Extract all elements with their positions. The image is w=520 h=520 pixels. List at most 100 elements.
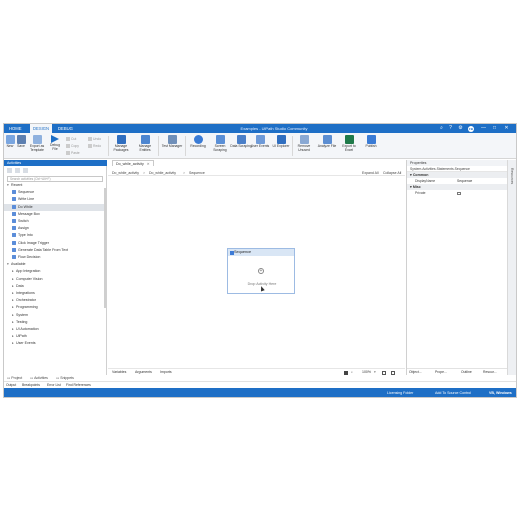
tree-item[interactable]: ▸ Programming — [4, 304, 104, 311]
private-checkbox[interactable] — [457, 191, 461, 195]
collapse-all-link[interactable]: Collapse All — [383, 170, 401, 176]
cut-button[interactable]: Cut — [66, 136, 76, 142]
tree-item[interactable]: Message Box — [4, 211, 104, 218]
section-label: Common — [412, 173, 429, 177]
tree-item[interactable]: Sequence — [4, 189, 104, 196]
activity-icon — [12, 219, 16, 224]
search-icon[interactable]: ⌕ — [438, 125, 445, 132]
property-key: DisplayName — [415, 179, 436, 183]
document-tab[interactable]: Do_while_activity ✕ — [112, 160, 154, 166]
manage-packages-button[interactable]: Manage Packages — [110, 135, 132, 157]
tree-item[interactable]: ▸ Computer Vision — [4, 276, 104, 283]
property-row-displayname[interactable]: DisplayName Sequence — [407, 178, 507, 184]
licensing-status[interactable]: Licensing Folder — [387, 388, 413, 397]
packages-icon — [116, 135, 126, 144]
expand-all-link[interactable]: Expand All — [362, 170, 379, 176]
test-manager-button[interactable]: Test Manager — [161, 135, 183, 157]
tree-item[interactable]: ▸ Orchestrator — [4, 297, 104, 304]
tree-item[interactable]: ▸ Testing — [4, 319, 104, 326]
add-activity-icon[interactable]: + — [258, 268, 264, 274]
cut-label: Cut — [71, 137, 77, 141]
analyze-file-button[interactable]: Analyze File — [316, 135, 338, 157]
settings-icon[interactable]: ⚙ — [457, 125, 464, 132]
tree-item[interactable]: ▸ User Events — [4, 340, 104, 347]
tab-debug[interactable]: DEBUG — [55, 124, 76, 133]
overview-icon[interactable] — [391, 370, 395, 375]
tab-home[interactable]: HOME — [6, 124, 25, 133]
save-button[interactable]: Save — [15, 135, 27, 157]
tab-design[interactable]: DESIGN — [30, 124, 53, 133]
user-events-button[interactable]: User Events — [249, 135, 271, 157]
redo-icon — [88, 144, 92, 149]
tree-item[interactable]: ▸ UiPath — [4, 333, 104, 340]
fit-to-screen-icon[interactable] — [382, 370, 386, 375]
play-icon — [51, 135, 59, 143]
ribbon-separator — [185, 136, 186, 156]
pan-icon[interactable] — [344, 370, 348, 375]
tree-item[interactable]: Click Image Trigger — [4, 240, 104, 247]
tree-item[interactable]: ▸ System — [4, 312, 104, 319]
tree-item[interactable]: Do While — [4, 203, 104, 211]
publish-button[interactable]: Publish — [360, 135, 382, 157]
tree-item[interactable]: ▸ UI Automation — [4, 326, 104, 333]
tab-project-label: Project — [11, 376, 23, 380]
designer-canvas[interactable]: Sequence + Drop Activity Here — [108, 177, 405, 367]
activities-scrollbar[interactable] — [104, 188, 106, 308]
manage-entities-button[interactable]: Manage Entities — [134, 135, 156, 157]
remove-unused-button[interactable]: Remove Unused — [293, 135, 315, 157]
sequence-header[interactable]: Sequence — [228, 249, 294, 256]
screen-scraping-button[interactable]: Screen Scraping — [209, 135, 231, 157]
ui-explorer-label: UI Explorer — [272, 144, 290, 148]
tree-item[interactable]: Assign — [4, 225, 104, 232]
close-tab-icon[interactable]: ✕ — [147, 162, 150, 166]
cut-icon — [66, 137, 70, 142]
tree-category[interactable]: ▾ Recent — [4, 182, 104, 189]
source-control-button[interactable]: Add To Source Control — [435, 388, 471, 397]
breadcrumb-separator: > — [183, 171, 186, 175]
breadcrumb-item[interactable]: Do_while_activity — [112, 170, 139, 176]
tree-item[interactable]: Flow Decision — [4, 254, 104, 261]
window-title: Examples - UiPath Studio Community — [240, 126, 308, 131]
export-template-button[interactable]: Export as Template — [27, 135, 47, 157]
avatar[interactable]: FB — [468, 125, 474, 132]
ui-explorer-button[interactable]: UI Explorer — [270, 135, 292, 157]
properties-panel: Properties System.Activities.Statements.… — [406, 160, 507, 375]
help-icon[interactable]: ? — [447, 125, 454, 132]
filter-icon[interactable] — [23, 168, 28, 173]
expand-all-icon[interactable] — [7, 168, 12, 173]
property-row-private[interactable]: Private — [407, 190, 507, 196]
tree-item[interactable]: ▸ Data — [4, 283, 104, 290]
copy-button[interactable]: Copy — [66, 143, 79, 149]
recording-button[interactable]: Recording — [187, 135, 209, 157]
export-excel-button[interactable]: Export to Excel — [338, 135, 360, 157]
property-key: Private — [415, 191, 426, 195]
breadcrumb-item[interactable]: Do_while_activity — [149, 170, 176, 176]
copy-icon — [66, 144, 70, 149]
tree-category[interactable]: ▾ Available — [4, 261, 104, 268]
tree-item[interactable]: Switch — [4, 218, 104, 225]
maximize-button[interactable]: □ — [491, 125, 498, 132]
property-value-input[interactable]: Sequence — [457, 178, 472, 184]
ribbon-separator — [158, 136, 159, 156]
paste-button[interactable]: Paste — [66, 150, 80, 156]
designer-area: Do_while_activity ✕ Do_while_activity > … — [108, 160, 405, 375]
sequence-icon — [229, 250, 234, 255]
breadcrumb-item[interactable]: Sequence — [189, 170, 205, 176]
close-button[interactable]: ✕ — [503, 125, 510, 132]
tree-item[interactable]: Write Line — [4, 196, 104, 203]
resources-side-tab[interactable]: Resources — [510, 168, 514, 184]
debug-file-button[interactable]: Debug File — [47, 135, 63, 157]
tree-item-label: Orchestrator — [16, 298, 36, 303]
breadcrumb-separator: > — [143, 171, 146, 175]
tree-item[interactable]: Type Into — [4, 232, 104, 239]
redo-button[interactable]: Redo — [88, 143, 101, 149]
collapse-all-icon[interactable] — [15, 168, 20, 173]
tree-item[interactable]: ▸ App Integration — [4, 268, 104, 275]
tree-item[interactable]: Generate Data Table From Text — [4, 247, 104, 254]
tree-item[interactable]: ▸ Integrations — [4, 290, 104, 297]
minimize-button[interactable]: — — [480, 125, 487, 132]
tree-item-label: UiPath — [16, 334, 27, 339]
analyze-file-icon — [322, 135, 332, 144]
undo-button[interactable]: Undo — [88, 136, 101, 142]
tree-item-label: Do While — [18, 204, 33, 209]
